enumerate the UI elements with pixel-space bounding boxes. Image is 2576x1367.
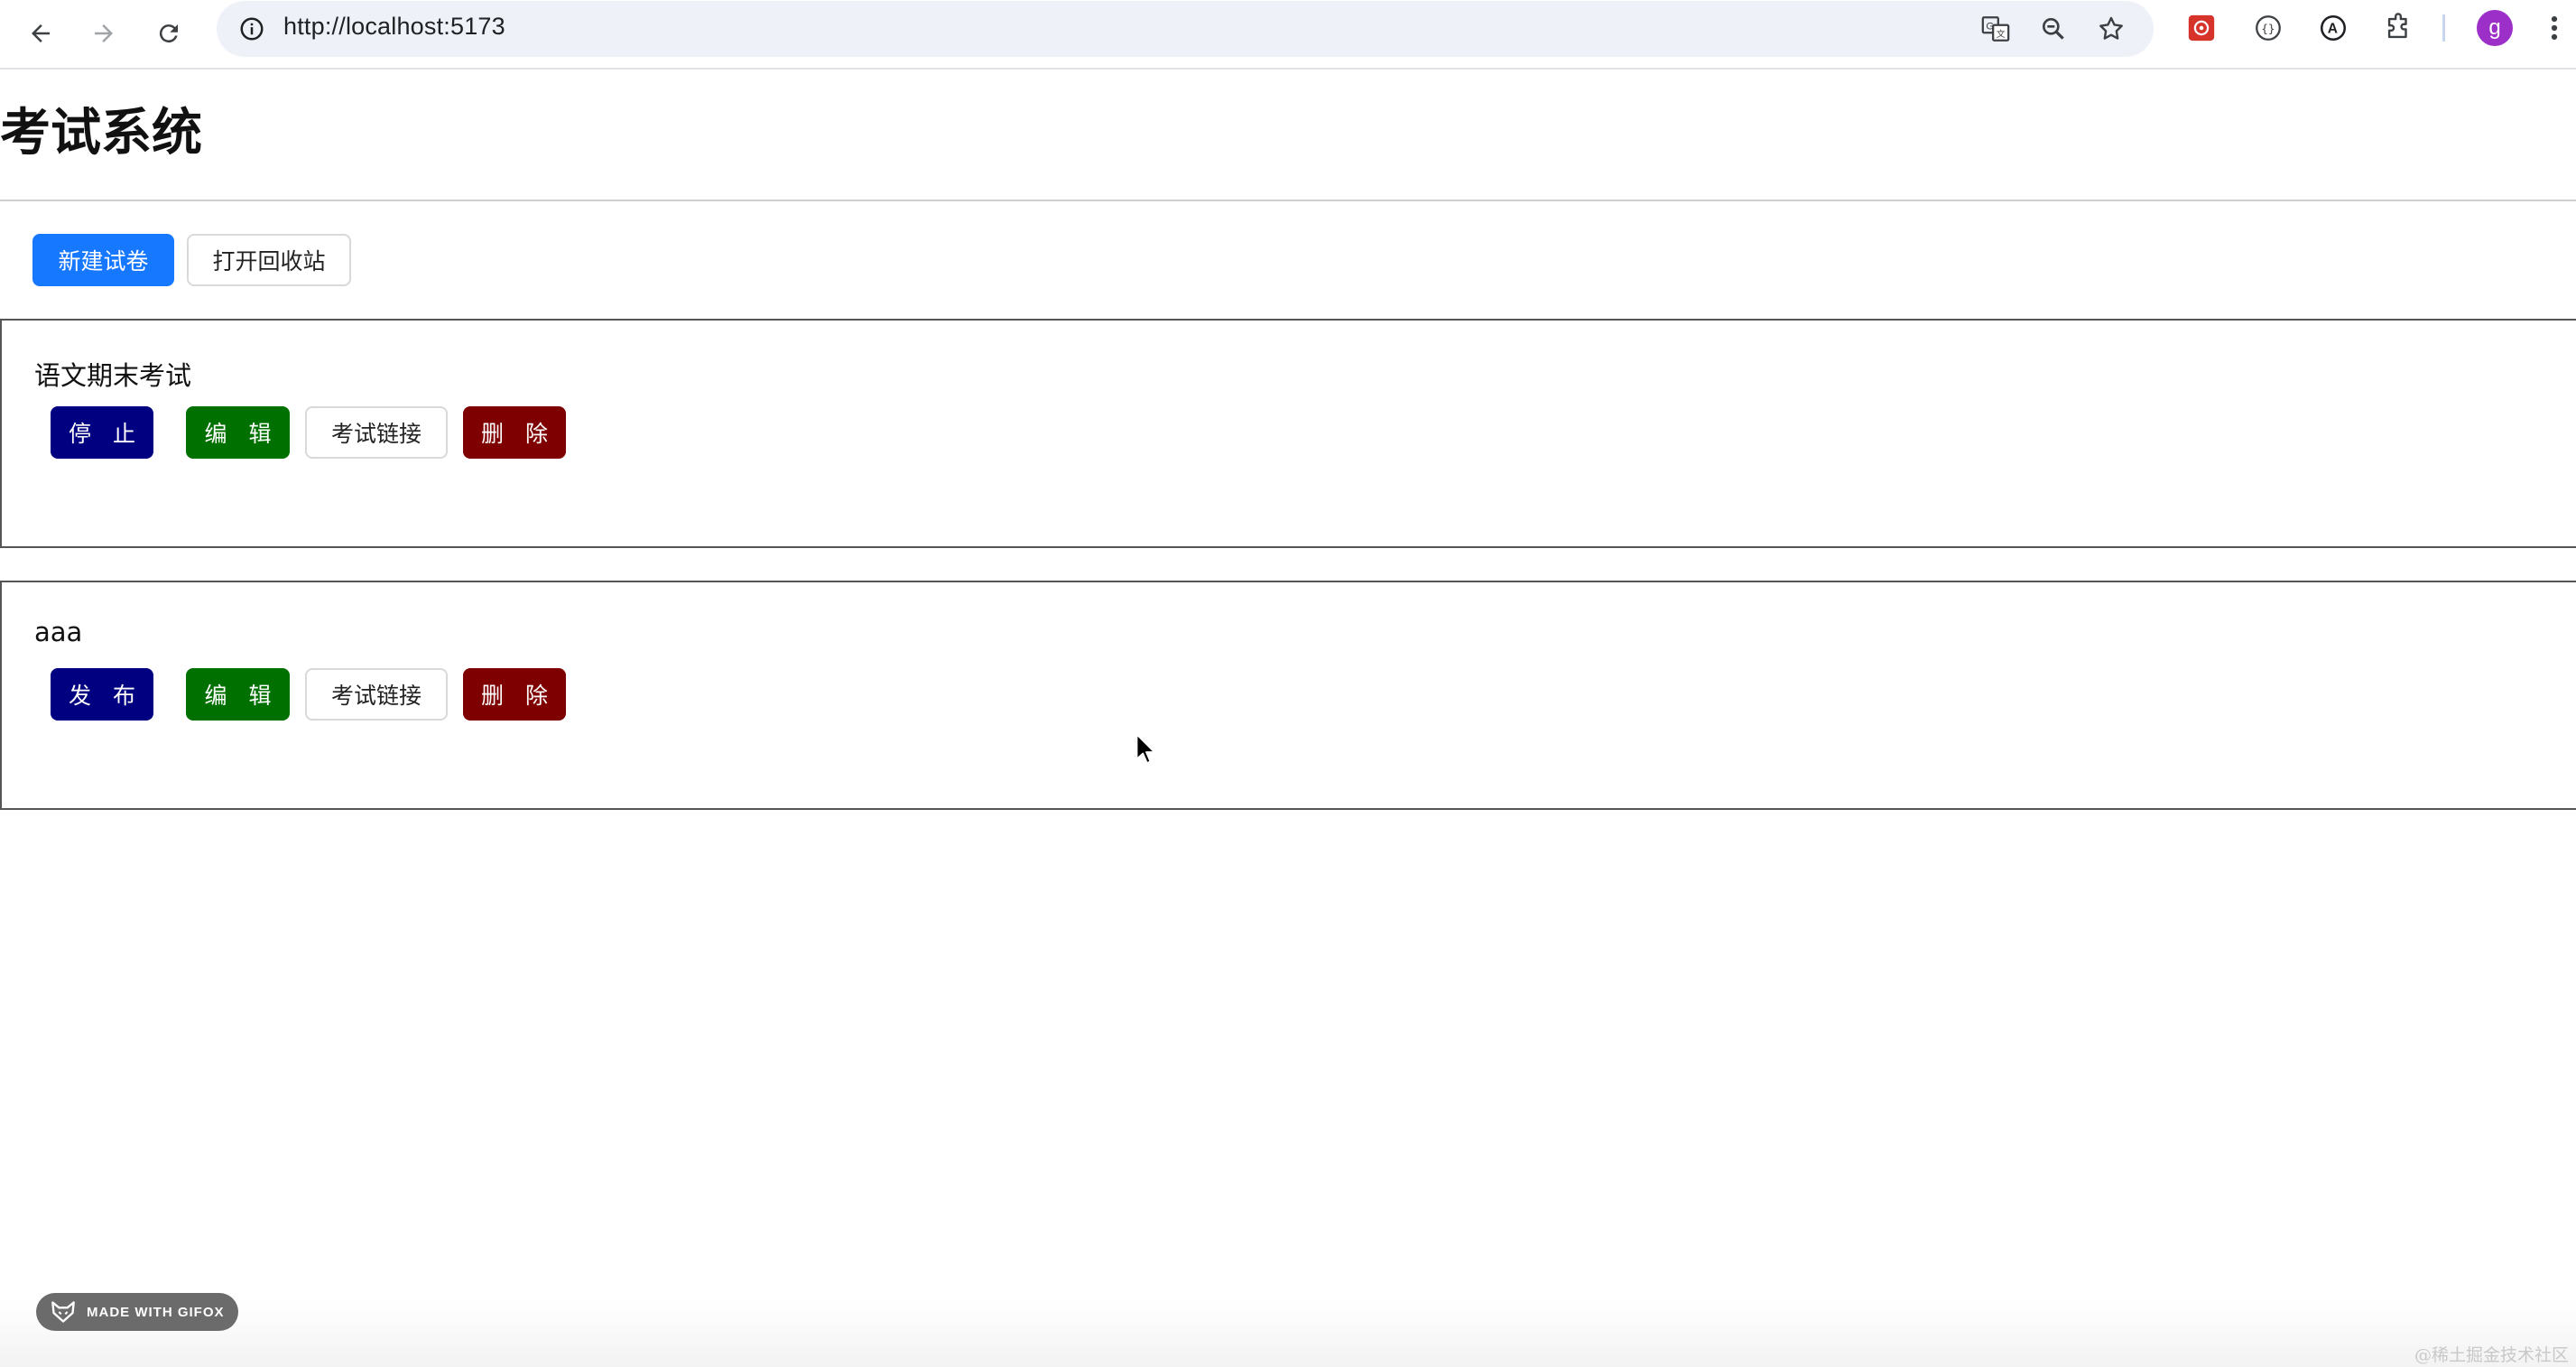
svg-text:G: G: [1986, 22, 1994, 33]
extension-redux-icon[interactable]: [2181, 7, 2222, 49]
exam-link-button[interactable]: 考试链接: [305, 406, 448, 459]
url-text[interactable]: http://localhost:5173: [283, 13, 505, 41]
zoom-icon[interactable]: [2033, 8, 2074, 50]
recycle-bin-button[interactable]: 打开回收站: [187, 234, 351, 286]
publish-exam-button[interactable]: 发 布: [51, 668, 153, 721]
mouse-cursor-icon: [1135, 733, 1155, 764]
stop-exam-button[interactable]: 停 止: [51, 406, 153, 459]
svg-text:文: 文: [1997, 28, 2006, 40]
bookmark-star-icon[interactable]: [2090, 8, 2132, 50]
site-info-icon[interactable]: [233, 10, 271, 48]
extension-a-icon[interactable]: A: [2312, 7, 2354, 49]
back-button[interactable]: [14, 7, 67, 60]
profile-avatar[interactable]: g: [2477, 10, 2513, 46]
exam-card: aaa 发 布 编 辑 考试链接 删 除: [0, 581, 2576, 810]
browser-toolbar: http://localhost:5173 G文 {} A g: [0, 0, 2576, 70]
toolbar-divider: [2442, 14, 2445, 42]
new-exam-button[interactable]: 新建试卷: [32, 234, 174, 286]
exam-link-button[interactable]: 考试链接: [305, 668, 448, 721]
bottom-fade: [0, 1300, 2576, 1367]
reload-icon: [159, 24, 178, 43]
exam-name: 语文期末考试: [34, 360, 192, 391]
gifox-badge: MADE WITH GIFOX: [36, 1293, 238, 1331]
exam-name: aaa: [34, 617, 83, 647]
arrow-right-icon: [95, 24, 113, 42]
translate-icon[interactable]: G文: [1975, 8, 2016, 50]
svg-text:{}: {}: [2261, 23, 2275, 36]
delete-exam-button[interactable]: 删 除: [463, 668, 566, 721]
gifox-badge-text: MADE WITH GIFOX: [87, 1304, 225, 1320]
more-menu-icon[interactable]: [2538, 7, 2571, 49]
fox-logo-icon: [51, 1301, 75, 1323]
page-title: 考试系统: [0, 104, 202, 163]
delete-exam-button[interactable]: 删 除: [463, 406, 566, 459]
arrow-left-icon: [32, 24, 50, 42]
extension-braces-icon[interactable]: {}: [2247, 7, 2289, 49]
forward-button[interactable]: [78, 7, 130, 60]
exam-card: 语文期末考试 停 止 编 辑 考试链接 删 除: [0, 319, 2576, 548]
reload-button[interactable]: [143, 7, 195, 60]
address-bar[interactable]: http://localhost:5173 G文: [217, 1, 2154, 57]
svg-text:A: A: [2328, 22, 2338, 37]
watermark: @稀土掘金技术社区: [2414, 1345, 2569, 1365]
edit-exam-button[interactable]: 编 辑: [186, 406, 290, 459]
extensions-puzzle-icon[interactable]: [2377, 7, 2419, 49]
edit-exam-button[interactable]: 编 辑: [186, 668, 290, 721]
title-divider: [0, 200, 2576, 201]
